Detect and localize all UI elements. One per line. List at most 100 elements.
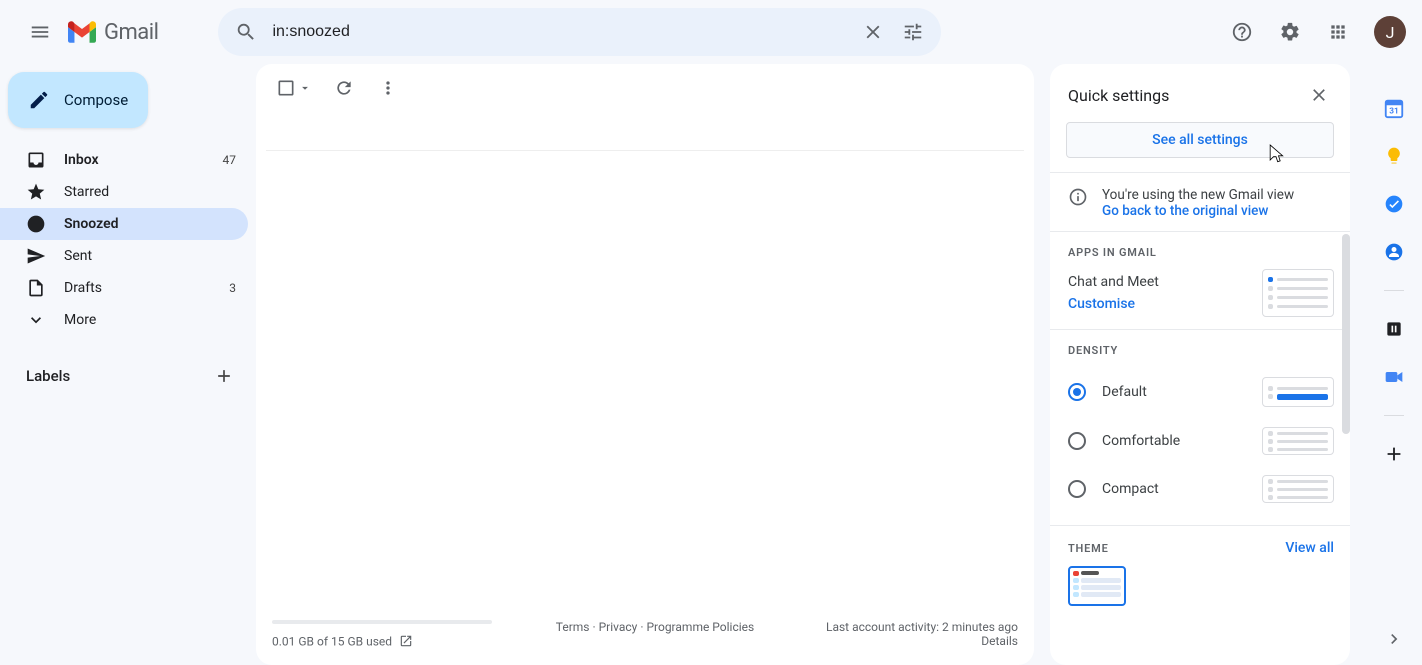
keep-icon bbox=[1384, 146, 1404, 166]
sidebar-item-sent[interactable]: Sent bbox=[0, 240, 248, 272]
nav-label: More bbox=[64, 312, 96, 328]
chevron-icon bbox=[26, 310, 46, 330]
search-button[interactable] bbox=[226, 12, 266, 52]
pencil-icon bbox=[28, 89, 50, 111]
gmail-logo[interactable]: Gmail bbox=[68, 20, 158, 45]
addon-app-button[interactable] bbox=[1374, 309, 1414, 349]
close-settings-button[interactable] bbox=[1304, 80, 1334, 110]
quick-settings-title: Quick settings bbox=[1068, 86, 1169, 105]
clear-search-button[interactable] bbox=[853, 12, 893, 52]
sidebar-item-starred[interactable]: Starred bbox=[0, 176, 248, 208]
tasks-app-button[interactable] bbox=[1374, 184, 1414, 224]
addon-icon bbox=[1384, 319, 1404, 339]
calendar-icon: 31 bbox=[1383, 97, 1405, 119]
theme-section-label: THEME bbox=[1068, 542, 1109, 555]
sidebar-item-more[interactable]: More bbox=[0, 304, 248, 336]
close-icon bbox=[862, 21, 884, 43]
nav-count: 47 bbox=[223, 153, 237, 167]
sidebar-item-drafts[interactable]: Drafts 3 bbox=[0, 272, 248, 304]
chevron-right-icon bbox=[1384, 629, 1404, 649]
dropdown-caret-icon bbox=[298, 81, 312, 95]
storage-bar bbox=[272, 620, 492, 624]
star-icon bbox=[26, 182, 46, 202]
density-preview bbox=[1262, 475, 1334, 503]
tasks-icon bbox=[1384, 194, 1404, 214]
refresh-button[interactable] bbox=[326, 70, 362, 106]
close-icon bbox=[1309, 85, 1329, 105]
gear-icon bbox=[1279, 21, 1301, 43]
density-label: Comfortable bbox=[1102, 433, 1180, 449]
sidebar-item-inbox[interactable]: Inbox 47 bbox=[0, 144, 248, 176]
see-all-settings-button[interactable]: See all settings bbox=[1066, 122, 1334, 158]
activity-text: Last account activity: 2 minutes ago bbox=[778, 620, 1018, 634]
inbox-icon bbox=[26, 150, 46, 170]
product-name: Gmail bbox=[104, 20, 158, 45]
sidebar: Compose Inbox 47 Starred Snoozed Sent Dr… bbox=[0, 64, 256, 665]
more-actions-button[interactable] bbox=[370, 70, 406, 106]
radio-icon bbox=[1068, 432, 1086, 450]
tune-icon bbox=[902, 21, 924, 43]
settings-scrollbar[interactable] bbox=[1342, 234, 1350, 434]
support-button[interactable] bbox=[1222, 12, 1262, 52]
density-option-compact[interactable]: Compact bbox=[1068, 465, 1334, 513]
open-storage-button[interactable] bbox=[399, 634, 413, 651]
account-avatar[interactable]: J bbox=[1374, 16, 1406, 48]
nav-label: Inbox bbox=[64, 152, 99, 168]
theme-view-all-link[interactable]: View all bbox=[1285, 540, 1334, 556]
file-icon bbox=[26, 278, 46, 298]
apps-grid-icon bbox=[1328, 22, 1348, 42]
contacts-app-button[interactable] bbox=[1374, 232, 1414, 272]
customise-link[interactable]: Customise bbox=[1068, 296, 1159, 312]
more-vert-icon bbox=[378, 78, 398, 98]
density-section-label: DENSITY bbox=[1068, 344, 1334, 357]
video-icon bbox=[1384, 367, 1404, 387]
apps-button[interactable] bbox=[1318, 12, 1358, 52]
side-panel: 31 bbox=[1366, 64, 1422, 665]
labels-heading: Labels bbox=[26, 367, 70, 385]
density-preview bbox=[1262, 377, 1334, 407]
search-options-button[interactable] bbox=[893, 12, 933, 52]
checkbox-icon bbox=[276, 78, 296, 98]
collapse-side-panel-button[interactable] bbox=[1380, 625, 1408, 653]
radio-icon bbox=[1068, 383, 1086, 401]
search-bar bbox=[218, 8, 941, 56]
theme-option[interactable] bbox=[1068, 566, 1126, 606]
density-label: Compact bbox=[1102, 481, 1159, 497]
clock-icon bbox=[26, 214, 46, 234]
quick-settings-panel: Quick settings See all settings You're u… bbox=[1050, 64, 1350, 665]
details-link[interactable]: Details bbox=[981, 634, 1018, 648]
nav-label: Sent bbox=[64, 248, 92, 264]
sidebar-item-snoozed[interactable]: Snoozed bbox=[0, 208, 248, 240]
hamburger-icon bbox=[29, 21, 51, 43]
density-option-comfortable[interactable]: Comfortable bbox=[1068, 417, 1334, 465]
nav-label: Drafts bbox=[64, 280, 102, 296]
apps-section-label: APPS IN GMAIL bbox=[1068, 246, 1334, 259]
terms-link[interactable]: Terms bbox=[556, 620, 590, 634]
mail-list-panel: 0.01 GB of 15 GB used Terms · Privacy · … bbox=[256, 64, 1034, 665]
policies-link[interactable]: Programme Policies bbox=[646, 620, 754, 634]
apps-preview bbox=[1262, 269, 1334, 317]
go-back-link[interactable]: Go back to the original view bbox=[1102, 203, 1294, 219]
calendar-app-button[interactable]: 31 bbox=[1374, 88, 1414, 128]
storage-text: 0.01 GB of 15 GB used bbox=[272, 635, 392, 649]
send-icon bbox=[26, 246, 46, 266]
privacy-link[interactable]: Privacy bbox=[599, 620, 638, 634]
svg-text:31: 31 bbox=[1389, 107, 1398, 117]
meet-app-button[interactable] bbox=[1374, 357, 1414, 397]
density-option-default[interactable]: Default bbox=[1068, 367, 1334, 417]
plus-icon bbox=[1383, 443, 1405, 465]
compose-button[interactable]: Compose bbox=[8, 72, 148, 128]
plus-icon bbox=[214, 366, 234, 386]
select-all-checkbox[interactable] bbox=[270, 72, 318, 104]
search-icon bbox=[235, 21, 257, 43]
main-menu-button[interactable] bbox=[16, 8, 64, 56]
density-label: Default bbox=[1102, 384, 1147, 400]
search-input[interactable] bbox=[266, 23, 853, 41]
get-addons-button[interactable] bbox=[1374, 434, 1414, 474]
help-icon bbox=[1231, 21, 1253, 43]
add-label-button[interactable] bbox=[210, 362, 238, 390]
settings-button[interactable] bbox=[1270, 12, 1310, 52]
keep-app-button[interactable] bbox=[1374, 136, 1414, 176]
compose-label: Compose bbox=[64, 91, 128, 109]
density-preview bbox=[1262, 427, 1334, 455]
